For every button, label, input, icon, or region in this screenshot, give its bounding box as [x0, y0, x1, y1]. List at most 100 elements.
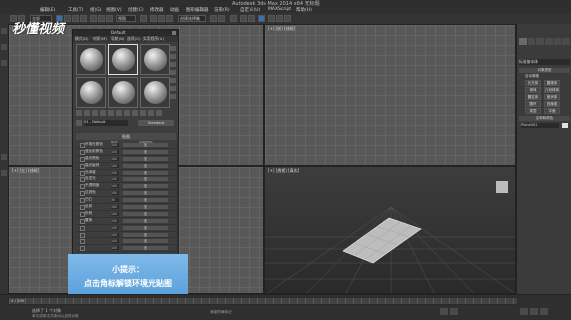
viewport-front[interactable]: [+] [前] [线框]: [264, 24, 516, 166]
map-amount-spinner[interactable]: 100: [111, 191, 119, 196]
autogrid-checkbox[interactable]: 自动栅格: [525, 74, 539, 79]
map-amount-spinner[interactable]: 100: [111, 177, 119, 182]
utilities-tab[interactable]: [562, 38, 571, 45]
map-slot-button[interactable]: 无: [123, 232, 168, 237]
orbit-icon[interactable]: [540, 308, 548, 315]
material-type-button[interactable]: Standard: [138, 120, 174, 126]
map-slot-button[interactable]: 无: [123, 156, 168, 161]
create-tab[interactable]: [519, 38, 527, 45]
rotate-icon[interactable]: [98, 15, 105, 22]
cone-button[interactable]: 圆锥体: [544, 80, 560, 86]
map-amount-spinner[interactable]: 100: [111, 149, 119, 154]
viewport-label[interactable]: [+] [前] [线框]: [268, 26, 295, 32]
assign-to-selection-icon[interactable]: [92, 110, 98, 116]
tool-icon[interactable]: [1, 28, 7, 34]
close-icon[interactable]: [172, 31, 176, 35]
rollout-name-color[interactable]: 名称和颜色: [519, 116, 570, 121]
map-slot-button[interactable]: 无: [123, 184, 168, 189]
named-selection-dropdown[interactable]: 创建选择集: [178, 15, 206, 22]
tool-icon[interactable]: [1, 154, 7, 160]
tool-icon[interactable]: [1, 44, 7, 50]
map-slot-button[interactable]: 无: [123, 246, 168, 251]
curve-editor-icon[interactable]: [240, 15, 247, 22]
map-slot-button[interactable]: 无: [123, 177, 168, 182]
background-icon[interactable]: [170, 62, 176, 67]
schematic-view-icon[interactable]: [248, 15, 255, 22]
sample-slot[interactable]: [108, 77, 138, 108]
go-to-parent-icon[interactable]: [148, 110, 154, 116]
scale-icon[interactable]: [106, 15, 113, 22]
angle-snap-icon[interactable]: [158, 15, 165, 22]
menu-material[interactable]: 材质(M): [93, 36, 107, 42]
map-amount-spinner[interactable]: 100: [111, 239, 119, 244]
get-material-icon[interactable]: [76, 110, 82, 116]
sample-slot[interactable]: [108, 44, 138, 75]
put-to-scene-icon[interactable]: [84, 110, 90, 116]
map-slot-button[interactable]: 无: [123, 218, 168, 223]
render-frame-icon[interactable]: [276, 15, 283, 22]
pivot-icon[interactable]: [140, 15, 147, 22]
hierarchy-tab[interactable]: [536, 38, 545, 45]
next-frame-icon[interactable]: [450, 308, 458, 315]
map-amount-spinner[interactable]: 100: [111, 170, 119, 175]
sample-slot[interactable]: [76, 44, 106, 75]
map-amount-spinner[interactable]: 100: [111, 163, 119, 168]
video-check-icon[interactable]: [170, 78, 176, 83]
uv-tiling-icon[interactable]: [170, 70, 176, 75]
sample-slot[interactable]: [140, 44, 170, 75]
map-slot-button[interactable]: 无: [123, 205, 168, 210]
sample-slot[interactable]: [76, 77, 106, 108]
window-crossing-icon[interactable]: [80, 15, 87, 22]
map-slot-button[interactable]: 无: [123, 239, 168, 244]
layer-manager-icon[interactable]: [230, 15, 237, 22]
go-forward-sibling-icon[interactable]: [156, 110, 162, 116]
menu-maxscript[interactable]: MAXScript: [268, 7, 291, 12]
modify-tab[interactable]: [527, 38, 536, 45]
plane-button[interactable]: 平面: [544, 108, 560, 114]
sample-type-icon[interactable]: [170, 46, 176, 51]
box-button[interactable]: 长方体: [525, 80, 541, 86]
align-icon[interactable]: [218, 15, 225, 22]
time-slider[interactable]: 0 / 100: [8, 297, 518, 305]
motion-tab[interactable]: [545, 38, 553, 45]
map-amount-spinner[interactable]: 100: [111, 184, 119, 189]
map-amount-spinner[interactable]: 100: [111, 232, 119, 237]
map-slot-button[interactable]: 无: [123, 163, 168, 168]
rollout-object-type[interactable]: 对象类型: [519, 68, 570, 73]
mirror-icon[interactable]: [210, 15, 217, 22]
menu-options[interactable]: 选项(O): [127, 36, 141, 42]
rect-selection-icon[interactable]: [72, 15, 79, 22]
object-name-field[interactable]: Plane001: [521, 123, 559, 128]
map-amount-spinner[interactable]: 100: [111, 211, 119, 216]
menu-utilities[interactable]: 实用程序(U): [143, 36, 164, 42]
map-slot-button[interactable]: 无: [123, 170, 168, 175]
menu-navigation[interactable]: 导航(N): [111, 36, 124, 42]
make-unique-icon[interactable]: [108, 110, 114, 116]
material-editor-icon[interactable]: [258, 15, 265, 22]
show-end-result-icon[interactable]: [140, 110, 146, 116]
tube-button[interactable]: 管状体: [544, 94, 560, 100]
render-teapot-icon[interactable]: [284, 15, 291, 22]
geosphere-button[interactable]: 几何球体: [544, 87, 560, 93]
play-icon[interactable]: [440, 308, 448, 315]
map-amount-spinner[interactable]: 100: [111, 246, 119, 251]
viewport-perspective[interactable]: [+] [透视] [真实]: [264, 166, 516, 294]
pan-icon[interactable]: [530, 308, 538, 315]
sphere-button[interactable]: 球体: [525, 87, 541, 93]
map-slot-button[interactable]: 无: [123, 191, 168, 196]
map-enable-checkbox[interactable]: [80, 232, 85, 238]
tool-icon[interactable]: [1, 60, 7, 66]
show-in-viewport-icon[interactable]: [132, 110, 138, 116]
reset-map-icon[interactable]: [100, 110, 106, 116]
material-name-field[interactable]: 01 - Default: [84, 120, 128, 126]
snap-icon[interactable]: [150, 15, 157, 22]
map-amount-spinner[interactable]: 30: [111, 198, 119, 203]
map-enable-checkbox[interactable]: [80, 239, 85, 245]
make-preview-icon[interactable]: [170, 86, 176, 91]
put-to-library-icon[interactable]: [116, 110, 122, 116]
options-icon[interactable]: [170, 94, 176, 99]
map-amount-spinner[interactable]: 100: [111, 205, 119, 210]
viewport-label[interactable]: [+] [左] [线框]: [12, 168, 39, 174]
pick-material-icon[interactable]: [76, 120, 82, 126]
sample-slot[interactable]: [140, 77, 170, 108]
